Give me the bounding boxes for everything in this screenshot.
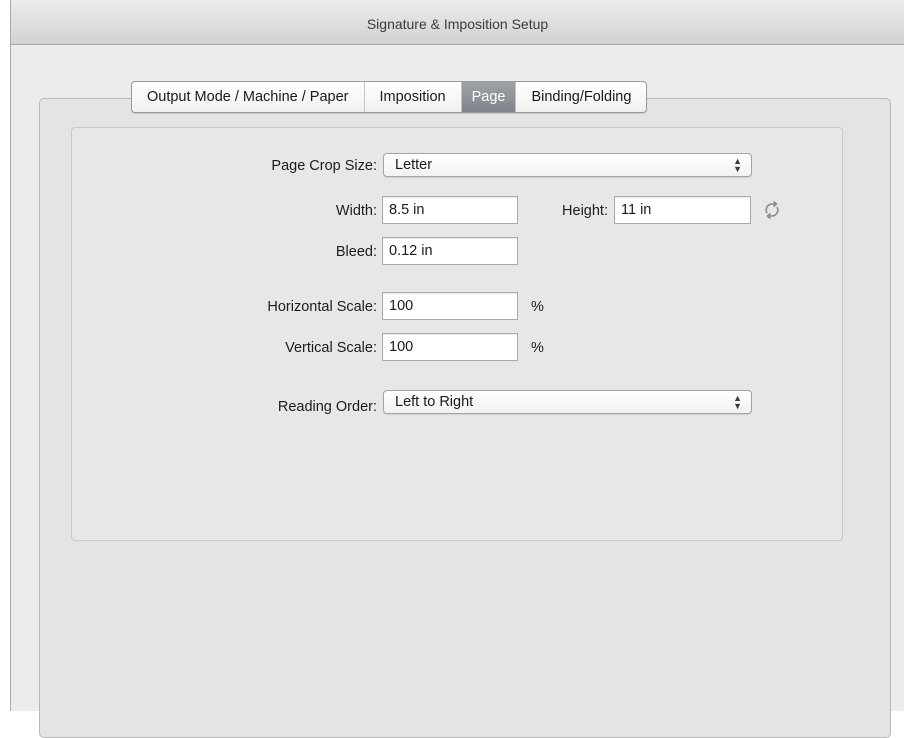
page-crop-size-select[interactable]: Letter ▲ ▼: [383, 153, 752, 177]
horizontal-scale-unit: %: [531, 299, 544, 315]
horizontal-scale-label: Horizontal Scale:: [267, 299, 377, 315]
width-label: Width:: [335, 203, 377, 219]
page-crop-size-label: Page Crop Size:: [271, 158, 377, 174]
height-field[interactable]: 11 in: [614, 196, 751, 224]
vertical-scale-field[interactable]: 100: [382, 333, 518, 361]
up-down-arrows-icon: ▲ ▼: [733, 393, 742, 411]
reading-order-label: Reading Order:: [277, 399, 377, 415]
tab-bar: Output Mode / Machine / Paper Imposition…: [131, 81, 648, 113]
swap-orientation-icon[interactable]: [761, 199, 783, 221]
title-bar: Signature & Imposition Setup: [11, 0, 904, 45]
vertical-scale-unit: %: [531, 340, 544, 356]
reading-order-value: Left to Right: [395, 394, 474, 410]
horizontal-scale-field[interactable]: 100: [382, 292, 518, 320]
vertical-scale-label: Vertical Scale:: [285, 340, 377, 356]
bleed-field[interactable]: 0.12 in: [382, 237, 518, 265]
tab-output-mode-machine-paper[interactable]: Output Mode / Machine / Paper: [132, 82, 365, 112]
tab-page[interactable]: Page: [461, 82, 517, 112]
height-label: Height:: [562, 203, 608, 219]
bleed-label: Bleed:: [335, 244, 377, 260]
dialog-window: Signature & Imposition Setup Output Mode…: [10, 0, 904, 738]
width-field[interactable]: 8.5 in: [382, 196, 518, 224]
up-down-arrows-icon: ▲ ▼: [733, 156, 742, 174]
page-crop-size-value: Letter: [395, 157, 433, 173]
reading-order-select[interactable]: Left to Right ▲ ▼: [383, 390, 752, 414]
window-title: Signature & Imposition Setup: [366, 16, 549, 32]
tab-binding-folding[interactable]: Binding/Folding: [516, 82, 646, 112]
tab-imposition[interactable]: Imposition: [365, 82, 462, 112]
